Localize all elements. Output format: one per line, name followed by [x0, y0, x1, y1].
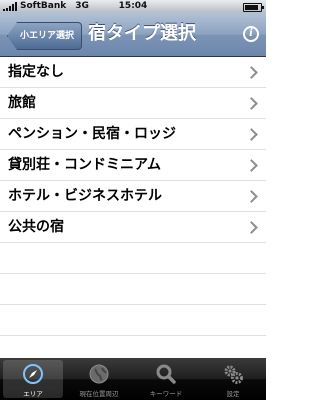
tab-label: キーワード: [149, 390, 183, 398]
tab-bar: エリア 現在位置周辺 キーワード 設定: [0, 358, 266, 400]
list-item[interactable]: 旅館: [0, 88, 266, 119]
empty-row: [0, 274, 266, 305]
chevron-right-icon: [245, 97, 258, 110]
search-icon: [156, 364, 176, 384]
globe-icon: [89, 364, 109, 384]
list-item-label: 貸別荘・コンドミニアム: [8, 157, 162, 173]
info-icon[interactable]: i: [243, 26, 259, 42]
tab-label: 現在位置周辺: [79, 390, 119, 398]
chevron-right-icon: [245, 159, 258, 172]
list-item[interactable]: 指定なし: [0, 57, 266, 88]
list-item[interactable]: 公共の宿: [0, 212, 266, 243]
tab-label: エリア: [23, 390, 43, 398]
tab-area[interactable]: エリア: [0, 358, 66, 400]
chevron-right-icon: [245, 66, 258, 79]
tab-keyword[interactable]: キーワード: [133, 358, 199, 400]
empty-row: [0, 243, 266, 274]
battery-icon: [243, 3, 264, 12]
list-item[interactable]: 貸別荘・コンドミニアム: [0, 150, 266, 181]
tab-settings[interactable]: 設定: [200, 358, 266, 400]
chevron-right-icon: [245, 221, 258, 234]
navigation-bar: 小エリア選択 宿タイプ選択 i: [0, 13, 266, 57]
list-item-label: 指定なし: [8, 64, 64, 80]
back-button[interactable]: 小エリア選択: [7, 22, 83, 50]
compass-icon: [23, 364, 43, 384]
list-item[interactable]: ホテル・ビジネスホテル: [0, 181, 266, 212]
chevron-right-icon: [245, 190, 258, 203]
accommodation-type-list: 指定なし 旅館 ペンション・民宿・ロッジ 貸別荘・コンドミニアム ホテル・ビジネ…: [0, 57, 266, 336]
list-item-label: 公共の宿: [8, 219, 64, 235]
list-item-label: ホテル・ビジネスホテル: [8, 188, 162, 204]
list-item[interactable]: ペンション・民宿・ロッジ: [0, 119, 266, 150]
status-bar: SoftBank 3G 15:04: [0, 0, 266, 13]
page-title: 宿タイプ選択: [88, 23, 196, 44]
gear-icon: [224, 365, 243, 384]
empty-row: [0, 305, 266, 336]
tab-label: 設定: [226, 390, 240, 398]
list-item-label: 旅館: [8, 95, 36, 111]
chevron-right-icon: [245, 128, 258, 141]
list-item-label: ペンション・民宿・ロッジ: [8, 126, 176, 142]
status-time: 15:04: [118, 1, 148, 11]
tab-current-location[interactable]: 現在位置周辺: [66, 358, 132, 400]
